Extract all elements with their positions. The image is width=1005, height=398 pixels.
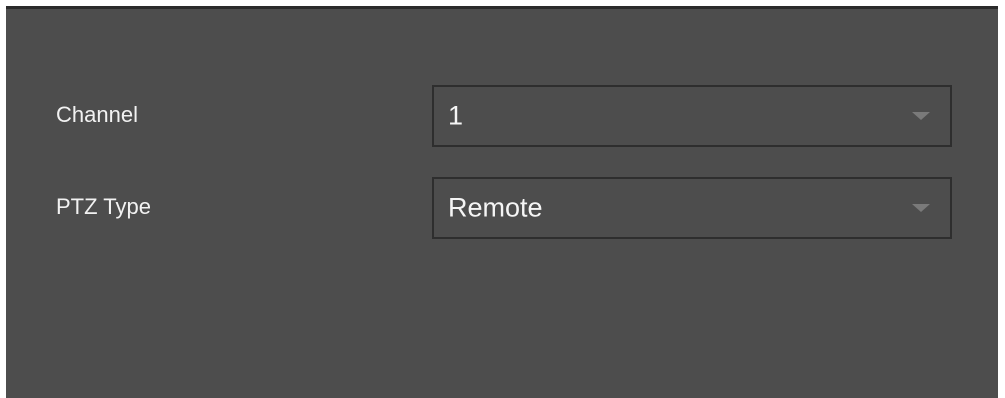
channel-select[interactable]: 1	[432, 85, 952, 147]
chevron-down-icon	[912, 112, 930, 120]
ptz-type-select-value: Remote	[448, 192, 543, 223]
chevron-down-icon	[912, 204, 930, 212]
ptz-type-select[interactable]: Remote	[432, 177, 952, 239]
channel-label: Channel	[56, 102, 138, 127]
channel-row: Channel 1	[6, 85, 998, 147]
settings-panel: Channel 1 PTZ Type Remote	[6, 6, 998, 398]
channel-select-value: 1	[448, 100, 464, 131]
ptz-type-row: PTZ Type Remote	[6, 177, 998, 239]
ptz-type-label: PTZ Type	[56, 194, 151, 219]
